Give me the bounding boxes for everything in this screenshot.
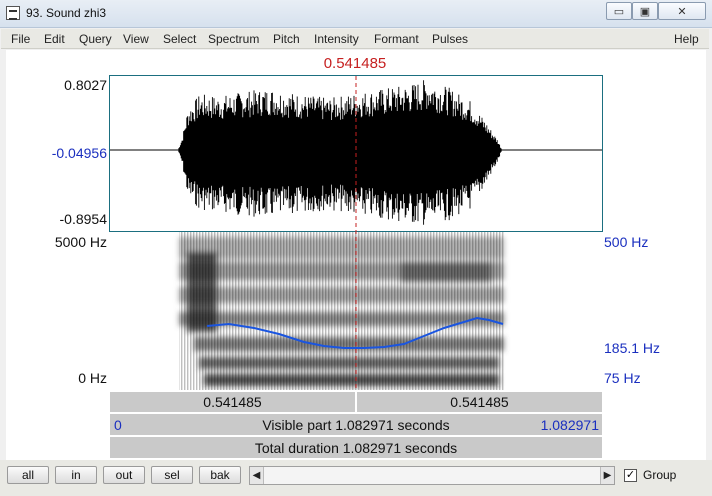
visible-part-bar[interactable]: 0 Visible part 1.082971 seconds 1.082971 [109,413,603,436]
menu-formant[interactable]: Formant [374,32,419,46]
zoom-selection-button[interactable]: sel [151,466,193,484]
time-bar-right[interactable]: 0.541485 [356,391,603,413]
total-duration-label: Total duration 1.082971 seconds [254,439,458,456]
group-checkbox[interactable]: ✓ [624,468,637,482]
group-toggle[interactable]: ✓ Group [624,468,676,482]
scroll-right-icon[interactable]: ▶ [600,467,614,484]
menu-select[interactable]: Select [163,32,196,46]
menu-help[interactable]: Help [674,32,699,46]
menu-pitch[interactable]: Pitch [273,32,300,46]
menu-spectrum[interactable]: Spectrum [208,32,259,46]
close-button[interactable]: ✕ [658,2,706,20]
zoom-back-button[interactable]: bak [199,466,241,484]
waveform-max-label: 0.8027 [64,77,107,93]
menu-bar: File Edit Query View Select Spectrum Pit… [1,29,709,49]
minimize-button[interactable]: ▭ [606,2,632,20]
spectrogram-freq-bottom-label: 0 Hz [78,370,107,386]
visible-end-label: 1.082971 [540,416,599,433]
window-title: 93. Sound zhi3 [26,6,107,20]
menu-view[interactable]: View [123,32,149,46]
title-bar: 93. Sound zhi3 ▭ ▣ ✕ [0,0,712,28]
scroll-left-icon[interactable]: ◀ [250,467,264,484]
menu-file[interactable]: File [11,32,30,46]
cursor-line [355,76,357,390]
time-bar-left-label: 0.541485 [203,394,262,410]
cursor-time-label: 0.541485 [323,55,387,72]
group-label: Group [643,468,677,482]
horizontal-scrollbar[interactable]: ◀ ▶ [249,466,615,485]
visible-start-label: 0 [114,416,122,433]
waveform-min-label: -0.8954 [59,211,107,227]
time-bar-left[interactable]: 0.541485 [109,391,356,413]
spectrogram-freq-top-label: 5000 Hz [54,234,107,250]
maximize-button[interactable]: ▣ [632,2,658,20]
menu-intensity[interactable]: Intensity [314,32,359,46]
zoom-out-button[interactable]: out [103,466,145,484]
menu-query[interactable]: Query [79,32,112,46]
menu-pulses[interactable]: Pulses [432,32,468,46]
zoom-all-button[interactable]: all [7,466,49,484]
total-duration-bar[interactable]: Total duration 1.082971 seconds [109,436,603,459]
sound-window-icon [6,6,20,20]
pitch-top-label: 500 Hz [604,234,649,250]
bottom-toolbar: all in out sel bak ◀ ▶ ✓ Group [0,460,712,496]
pitch-current-label: 185.1 Hz [604,340,661,356]
zoom-in-button[interactable]: in [55,466,97,484]
visible-part-label: Visible part 1.082971 seconds [262,416,450,433]
pitch-bottom-label: 75 Hz [604,370,641,386]
waveform-zero-label: -0.04956 [51,145,107,161]
time-bar-right-label: 0.541485 [450,394,509,410]
menu-edit[interactable]: Edit [44,32,65,46]
